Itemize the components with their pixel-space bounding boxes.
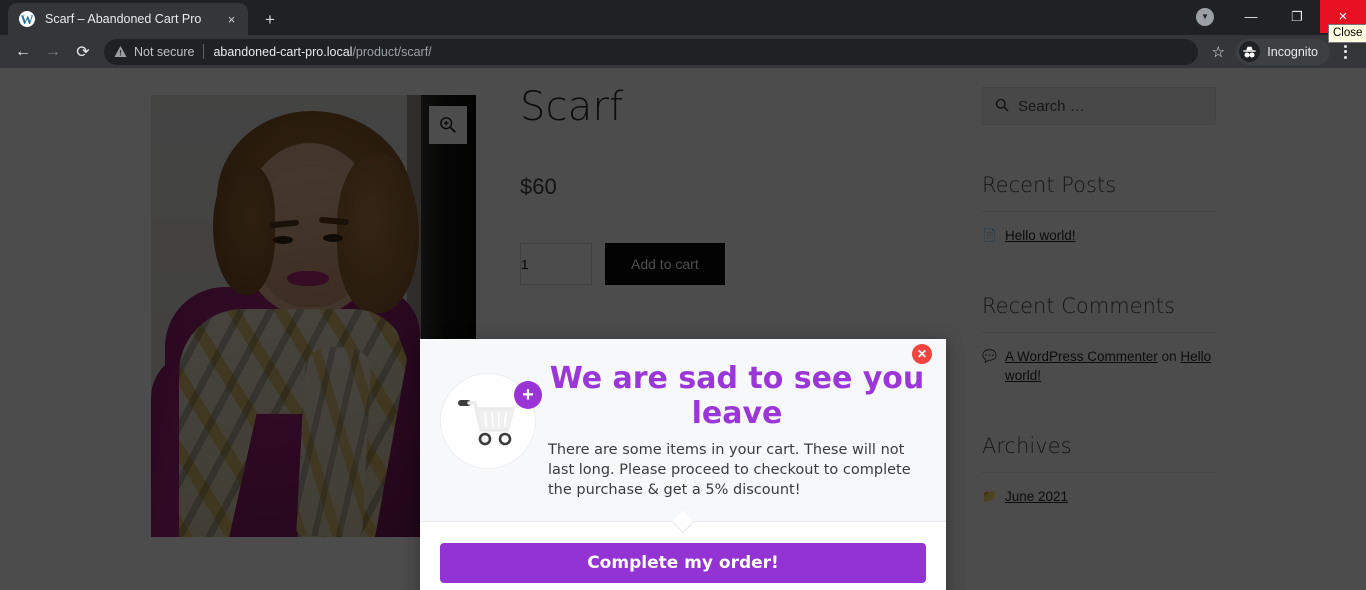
complete-my-order-button[interactable]: Complete my order! bbox=[440, 543, 926, 583]
modal-header: ✕ + We are sad to see you leave There ar… bbox=[420, 339, 946, 522]
tab-title: Scarf – Abandoned Cart Pro bbox=[45, 12, 202, 26]
browser-toolbar: ← → ⟳ Not secure abandoned-cart-pro.loca… bbox=[0, 35, 1366, 68]
browser-window: W Scarf – Abandoned Cart Pro × + ▼ — ❐ ×… bbox=[0, 0, 1366, 590]
tab-close-icon[interactable]: × bbox=[223, 11, 240, 28]
url-host: abandoned-cart-pro.local bbox=[213, 44, 353, 59]
address-bar[interactable]: Not secure abandoned-cart-pro.local/prod… bbox=[104, 38, 1199, 65]
modal-description: There are some items in your cart. These… bbox=[548, 441, 911, 498]
url-path: /product/scarf/ bbox=[352, 44, 432, 59]
plus-badge-icon: + bbox=[514, 381, 542, 409]
back-button[interactable]: ← bbox=[8, 37, 38, 67]
modal-body: We are sad to see you leave There are so… bbox=[540, 361, 926, 500]
incognito-label: Incognito bbox=[1267, 44, 1318, 59]
abandoned-cart-modal: ✕ + We are sad to see you leave There ar… bbox=[420, 339, 946, 590]
browser-tab[interactable]: W Scarf – Abandoned Cart Pro × bbox=[8, 3, 248, 35]
not-secure-warning-icon bbox=[114, 45, 127, 58]
security-status-label: Not secure bbox=[134, 44, 195, 59]
maximize-button[interactable]: ❐ bbox=[1274, 0, 1320, 33]
tab-strip: W Scarf – Abandoned Cart Pro × + ▼ — ❐ × bbox=[0, 0, 1366, 35]
cart-illustration: + bbox=[440, 373, 542, 469]
url-text: abandoned-cart-pro.local/product/scarf/ bbox=[213, 45, 431, 59]
avatar: ▼ bbox=[1196, 7, 1214, 26]
modal-title: We are sad to see you leave bbox=[549, 361, 925, 432]
bookmark-star-icon[interactable]: ☆ bbox=[1204, 38, 1232, 66]
forward-button[interactable]: → bbox=[38, 37, 68, 67]
omnibox-divider bbox=[203, 44, 205, 59]
close-icon[interactable]: ✕ bbox=[912, 344, 932, 364]
new-tab-button[interactable]: + bbox=[258, 8, 282, 32]
incognito-icon bbox=[1239, 41, 1261, 62]
minimize-button[interactable]: — bbox=[1228, 0, 1274, 33]
page-viewport: Scarf $60 Add to cart Search … Recent Po… bbox=[0, 68, 1366, 590]
close-tooltip: Close bbox=[1328, 24, 1366, 44]
reload-button[interactable]: ⟳ bbox=[68, 37, 98, 67]
wordpress-icon: W bbox=[19, 11, 35, 27]
incognito-indicator[interactable]: Incognito bbox=[1236, 38, 1330, 65]
profile-indicator-icon[interactable]: ▼ bbox=[1182, 0, 1228, 33]
